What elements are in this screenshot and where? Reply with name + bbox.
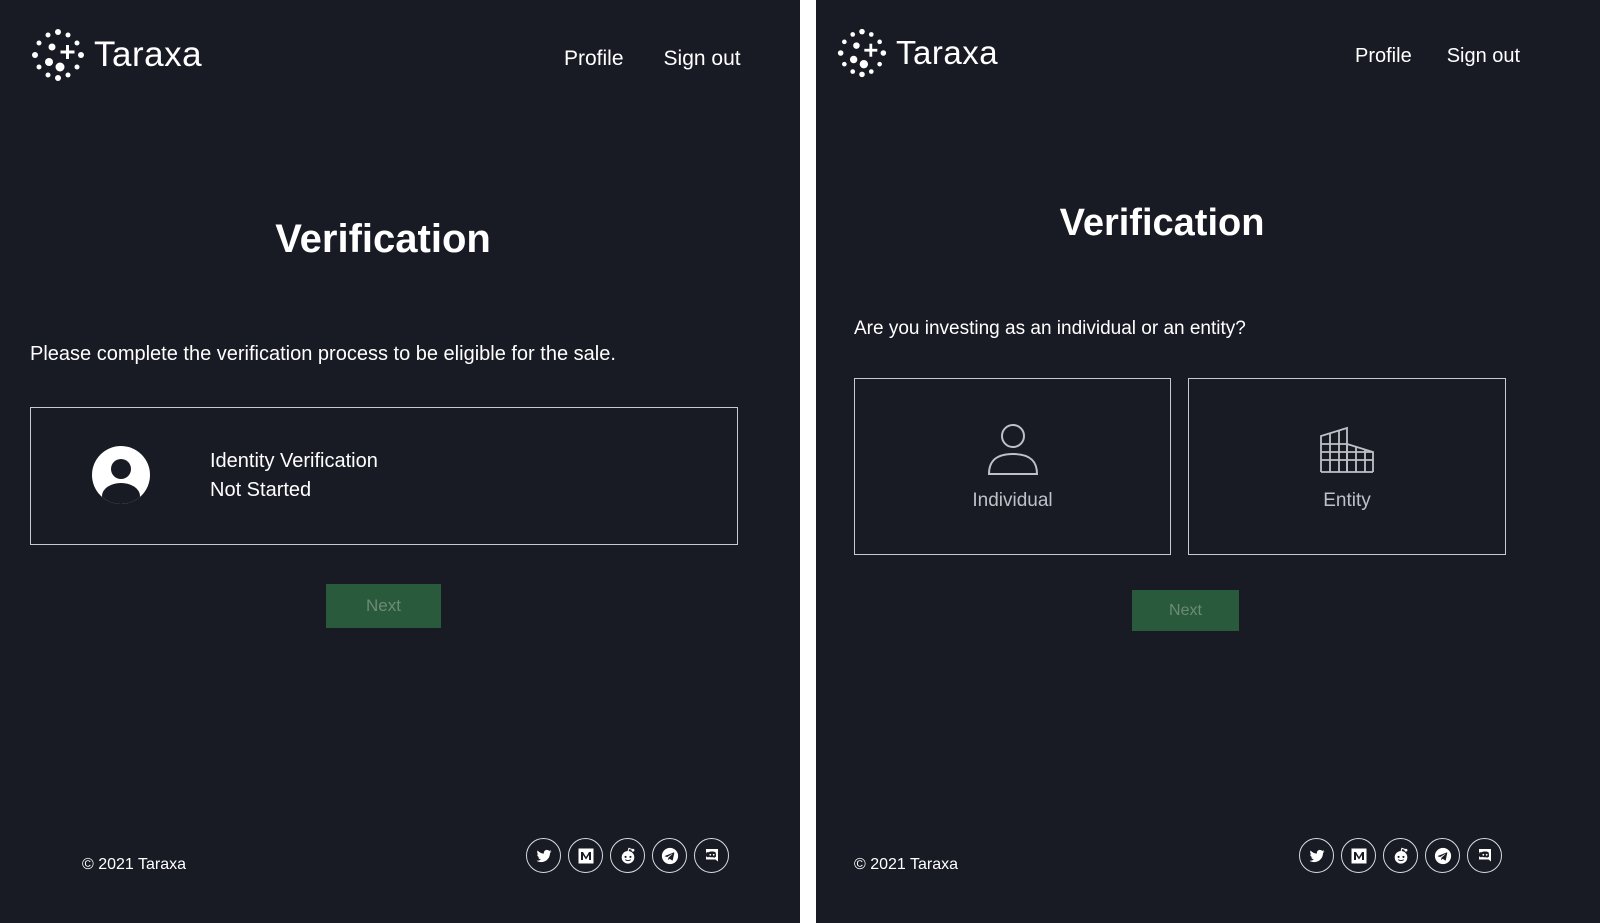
discord-icon[interactable] [1467,838,1502,873]
taraxa-logo-icon [32,29,84,81]
individual-option-label: Individual [972,490,1053,511]
nav-sign-out-link[interactable]: Sign out [1447,45,1520,68]
brand-name: Taraxa [94,35,203,74]
page-title: Verification [1059,202,1265,244]
social-links [526,838,729,873]
taraxa-logo[interactable]: Taraxa [30,27,202,83]
brand-name: Taraxa [896,34,999,71]
copyright-text: © 2021 Taraxa [82,856,187,873]
twitter-icon[interactable] [526,838,561,873]
social-links [1299,838,1502,873]
next-button[interactable]: Next [326,584,441,628]
nav-sign-out-link[interactable]: Sign out [664,47,741,71]
identity-verification-status: Not Started [210,479,312,501]
individual-option-card[interactable]: Individual [854,378,1171,555]
medium-icon[interactable] [1341,838,1376,873]
entity-option-card[interactable]: Entity [1188,378,1506,555]
discord-icon[interactable] [694,838,729,873]
taraxa-logo-icon [837,28,887,78]
medium-icon[interactable] [568,838,603,873]
identity-verification-text: Identity Verification Not Started [210,447,378,505]
telegram-icon[interactable] [1425,838,1460,873]
top-nav: Profile Sign out [1355,45,1520,68]
page-title: Verification [275,217,491,261]
copyright-text: © 2021 Taraxa [854,856,959,873]
identity-verification-card[interactable]: Identity Verification Not Started [30,407,738,545]
twitter-icon[interactable] [1299,838,1334,873]
investor-type-question: Are you investing as an individual or an… [854,318,1246,339]
verification-description: Please complete the verification process… [30,343,616,365]
next-button[interactable]: Next [1132,590,1239,631]
identity-verification-label: Identity Verification [210,450,378,472]
left-screen: Taraxa Profile Sign out Verification Ple… [0,0,800,923]
taraxa-logo[interactable]: Taraxa [836,27,998,79]
top-nav: Profile Sign out [564,47,741,71]
person-outline-icon [987,424,1038,475]
reddit-icon[interactable] [1383,838,1418,873]
entity-option-label: Entity [1323,490,1371,511]
reddit-icon[interactable] [610,838,645,873]
user-avatar-icon [92,446,150,504]
telegram-icon[interactable] [652,838,687,873]
nav-profile-link[interactable]: Profile [564,47,624,71]
right-screen: Taraxa Profile Sign out Verification Are… [816,0,1600,923]
building-icon [1320,426,1374,473]
nav-profile-link[interactable]: Profile [1355,45,1412,68]
